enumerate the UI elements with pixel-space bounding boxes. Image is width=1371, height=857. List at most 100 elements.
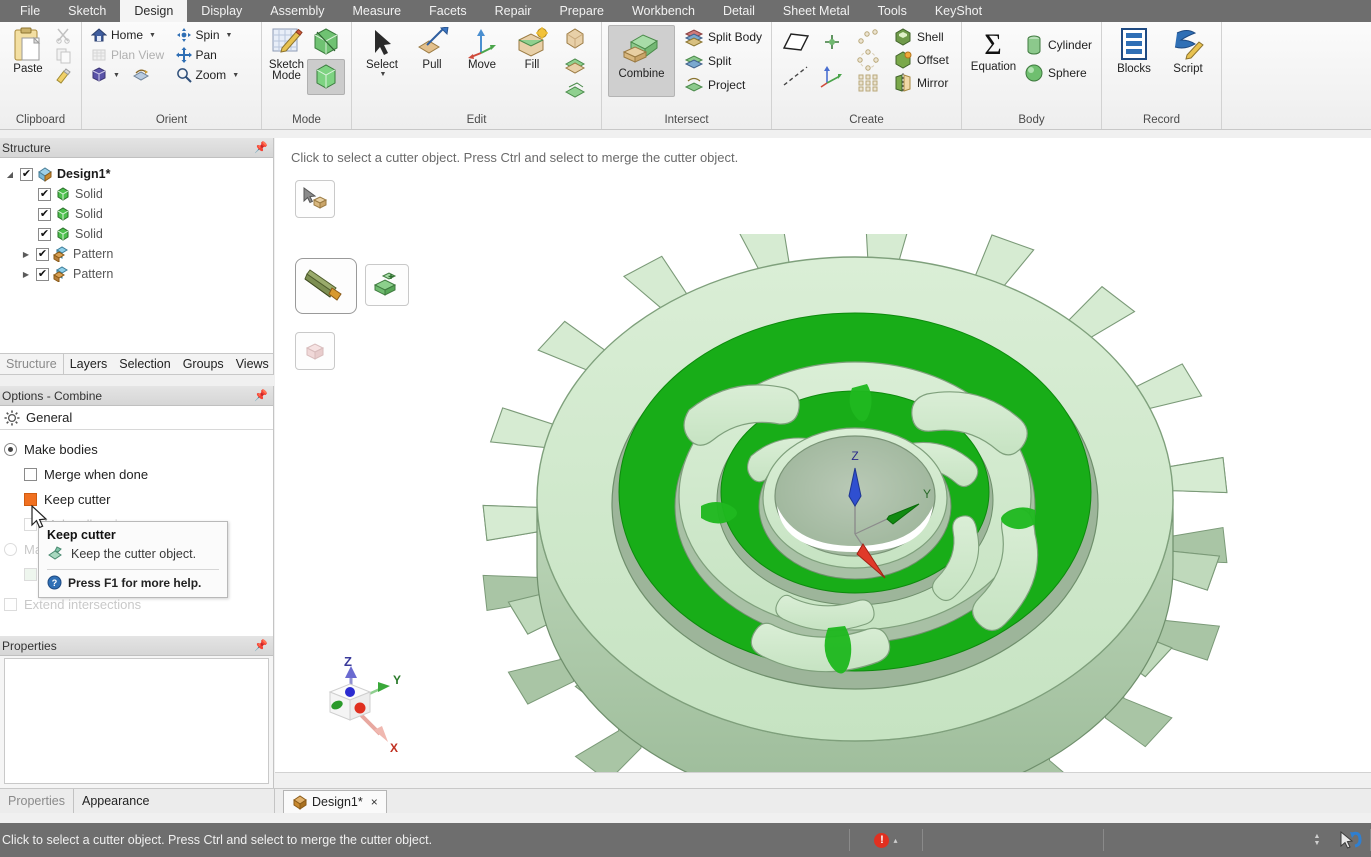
- tree-checkbox-solid-2[interactable]: ✔: [38, 207, 51, 221]
- document-tab-design1[interactable]: Design1* ×: [283, 790, 387, 813]
- select-button[interactable]: Select ▼: [358, 25, 406, 78]
- make-bodies-radio[interactable]: [4, 443, 17, 456]
- pan-button[interactable]: Pan: [173, 45, 256, 65]
- tab-appearance[interactable]: Appearance: [74, 789, 157, 813]
- menu-item-assembly[interactable]: Assembly: [256, 0, 338, 22]
- copy-button[interactable]: [52, 45, 75, 65]
- paste-button[interactable]: Paste: [6, 25, 50, 75]
- origin-button[interactable]: [816, 59, 850, 93]
- menu-item-prepare[interactable]: Prepare: [545, 0, 617, 22]
- tree-item-solid-2[interactable]: ✔ Solid: [0, 204, 273, 224]
- replace-button[interactable]: [560, 77, 590, 103]
- offset-button[interactable]: Offset: [890, 48, 952, 71]
- blend-button[interactable]: [560, 25, 590, 51]
- keep-cutter-tool-button[interactable]: [295, 332, 335, 370]
- 3d-mode-button[interactable]: [307, 59, 345, 95]
- menu-item-file[interactable]: File: [6, 0, 54, 22]
- view-cube-button[interactable]: ▼: [88, 65, 123, 85]
- menu-item-design[interactable]: Design: [120, 0, 188, 22]
- gear-3d-model[interactable]: Z Y: [475, 234, 1235, 780]
- tree-item-pattern-1[interactable]: ▶ ✔ Pattern: [0, 244, 273, 264]
- tab-groups[interactable]: Groups: [177, 354, 230, 374]
- split-button[interactable]: Split: [681, 49, 765, 73]
- sphere-button[interactable]: Sphere: [1021, 59, 1095, 87]
- menu-item-tools[interactable]: Tools: [864, 0, 921, 22]
- tree-item-solid-1[interactable]: ✔ Solid: [0, 184, 273, 204]
- cursor-undo-icon[interactable]: [1337, 830, 1363, 850]
- view-rotate-button[interactable]: [129, 65, 153, 85]
- imprint-all-edges-checkbox[interactable]: [24, 568, 37, 581]
- chevron-down-icon-5[interactable]: ▼: [380, 71, 387, 78]
- spin-button[interactable]: Spin ▼: [173, 25, 256, 45]
- menu-item-sketch[interactable]: Sketch: [54, 0, 120, 22]
- pin-icon-options[interactable]: 📌: [254, 389, 268, 402]
- options-section-general[interactable]: General: [0, 406, 273, 430]
- line-button[interactable]: [778, 59, 814, 93]
- tree-item-pattern-2[interactable]: ▶ ✔ Pattern: [0, 264, 273, 284]
- error-icon[interactable]: !: [874, 832, 890, 848]
- view-axis-triad[interactable]: Z Y X: [310, 648, 406, 761]
- chevron-down-icon-tree[interactable]: ◢: [4, 170, 16, 179]
- combine-button[interactable]: Combine: [608, 25, 675, 97]
- pull-button[interactable]: Pull: [408, 25, 456, 71]
- format-painter-button[interactable]: [52, 65, 75, 85]
- tree-checkbox-design1[interactable]: ✔: [20, 167, 33, 181]
- tab-views[interactable]: Views: [230, 354, 275, 374]
- point-button[interactable]: [816, 25, 850, 59]
- 3d-viewport[interactable]: Click to select a cutter object. Press C…: [275, 138, 1371, 780]
- cut-tool-button[interactable]: [295, 258, 357, 314]
- select-cutter-tool-button[interactable]: [295, 180, 335, 218]
- move-button[interactable]: Move: [458, 25, 506, 71]
- plan-view-button[interactable]: Plan View: [88, 45, 171, 65]
- pattern-button[interactable]: [560, 51, 590, 77]
- status-cursor-cell[interactable]: [1330, 829, 1370, 851]
- option-merge-when-done[interactable]: Merge when done: [0, 462, 273, 487]
- section-mode-button[interactable]: [307, 25, 345, 59]
- tree-checkbox-pattern-1[interactable]: ✔: [36, 247, 49, 261]
- spinner-icon[interactable]: ▲ ▼: [1314, 833, 1321, 847]
- chevron-down-icon[interactable]: ▼: [149, 32, 156, 39]
- status-error-cell[interactable]: ! ▴: [850, 829, 922, 851]
- menu-item-workbench[interactable]: Workbench: [618, 0, 709, 22]
- split-body-button[interactable]: Split Body: [681, 25, 765, 49]
- menu-item-detail[interactable]: Detail: [709, 0, 769, 22]
- tab-layers[interactable]: Layers: [64, 354, 114, 374]
- menu-item-keyshot[interactable]: KeyShot: [921, 0, 996, 22]
- blocks-button[interactable]: Blocks: [1108, 25, 1160, 75]
- option-make-bodies[interactable]: Make bodies: [0, 437, 273, 462]
- equation-button[interactable]: Σ Equation: [968, 25, 1019, 73]
- script-button[interactable]: Script: [1162, 25, 1214, 75]
- tree-item-design1[interactable]: ◢ ✔ Design1*: [0, 164, 273, 184]
- pin-icon-properties[interactable]: 📌: [254, 639, 268, 652]
- shell-button[interactable]: Shell: [890, 25, 952, 48]
- error-expand-caret-icon[interactable]: ▴: [893, 836, 897, 845]
- project-button[interactable]: Project: [681, 73, 765, 97]
- cylinder-button[interactable]: Cylinder: [1021, 31, 1095, 59]
- merge-when-done-checkbox[interactable]: [24, 468, 37, 481]
- chevron-down-icon-4[interactable]: ▼: [232, 72, 239, 79]
- merge-tool-button[interactable]: [365, 264, 409, 306]
- menu-item-measure[interactable]: Measure: [338, 0, 415, 22]
- make-curves-radio[interactable]: [4, 543, 17, 556]
- chevron-right-icon-pattern-2[interactable]: ▶: [20, 270, 32, 279]
- tree-item-solid-3[interactable]: ✔ Solid: [0, 224, 273, 244]
- close-icon[interactable]: ×: [371, 795, 378, 809]
- tree-checkbox-pattern-2[interactable]: ✔: [36, 267, 49, 281]
- pin-icon[interactable]: 📌: [254, 141, 268, 154]
- properties-grid[interactable]: [4, 658, 269, 784]
- menu-item-repair[interactable]: Repair: [481, 0, 546, 22]
- status-spinner[interactable]: ▲ ▼: [1304, 829, 1330, 851]
- mirror-button[interactable]: Mirror: [890, 71, 952, 94]
- home-button[interactable]: Home ▼: [88, 25, 171, 45]
- tab-structure[interactable]: Structure: [0, 354, 64, 374]
- sketch-mode-button[interactable]: Sketch Mode: [268, 25, 305, 82]
- chevron-down-icon-3[interactable]: ▼: [226, 32, 233, 39]
- tree-checkbox-solid-1[interactable]: ✔: [38, 187, 51, 201]
- tab-properties[interactable]: Properties: [0, 789, 74, 813]
- cut-button[interactable]: [52, 25, 75, 45]
- menu-item-facets[interactable]: Facets: [415, 0, 481, 22]
- zoom-button[interactable]: Zoom ▼: [173, 65, 256, 85]
- tree-checkbox-solid-3[interactable]: ✔: [38, 227, 51, 241]
- fill-button[interactable]: Fill: [508, 25, 556, 71]
- tab-selection[interactable]: Selection: [113, 354, 176, 374]
